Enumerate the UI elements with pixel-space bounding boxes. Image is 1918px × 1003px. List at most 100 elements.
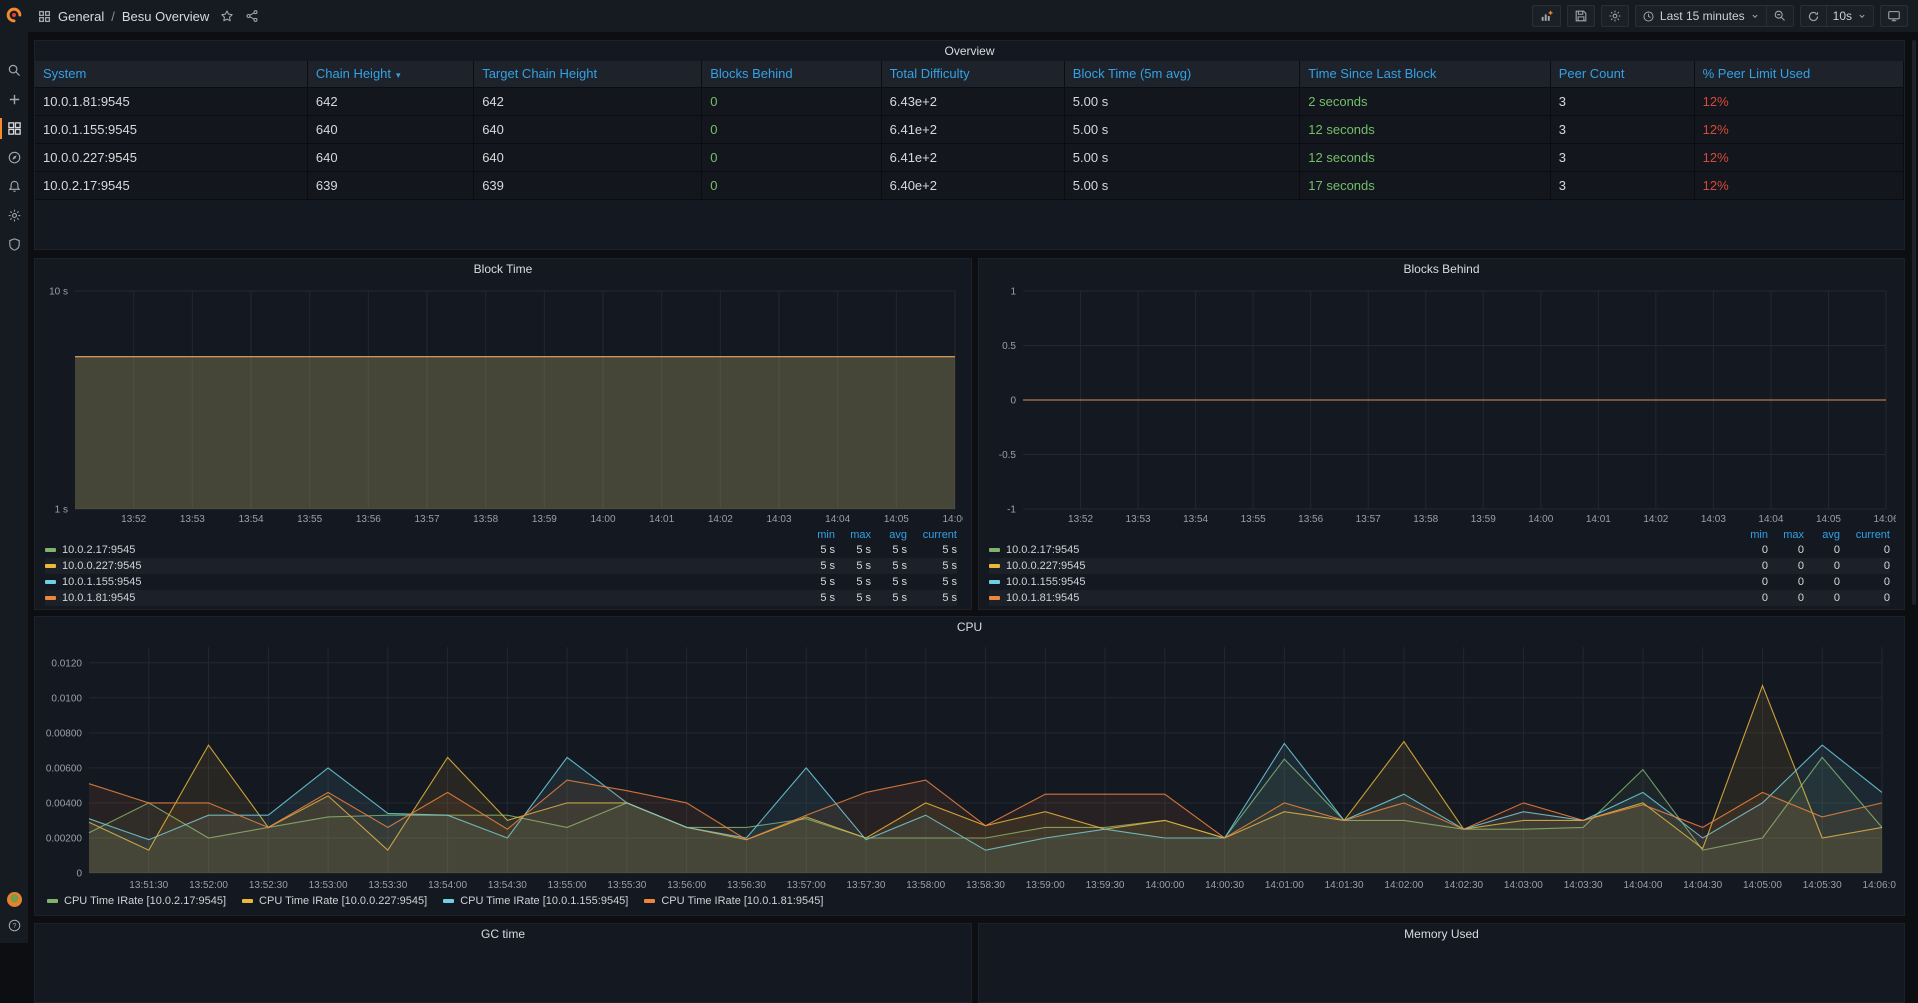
sidebar: ? xyxy=(0,0,28,943)
sidebar-configuration-icon[interactable] xyxy=(0,201,28,230)
caret-down-icon xyxy=(1750,11,1760,21)
legend-stat-header-avg[interactable]: avg xyxy=(1804,529,1840,541)
column-header-time_since_last_block[interactable]: Time Since Last Block xyxy=(1300,61,1550,88)
grafana-logo-icon[interactable] xyxy=(0,0,28,30)
legend-stat-header-avg[interactable]: avg xyxy=(871,529,907,541)
svg-text:13:55: 13:55 xyxy=(297,514,322,525)
navbar: General / Besu Overview Last 15 minutes xyxy=(28,0,1918,32)
svg-text:13:58: 13:58 xyxy=(1413,514,1438,525)
table-row: 10.0.1.155:954564064006.41e+25.00 s12 se… xyxy=(35,116,1904,144)
legend-stat-value: 5 s xyxy=(835,560,871,572)
svg-text:14:06: 14:06 xyxy=(1873,514,1896,525)
refresh-interval-picker[interactable]: 10s xyxy=(1827,5,1874,27)
table-cell-total_difficulty: 6.41e+2 xyxy=(882,144,1065,172)
legend-stat-header-current[interactable]: current xyxy=(1840,529,1890,541)
legend-stat-value: 0 xyxy=(1732,544,1768,556)
table-cell-target_chain_height: 640 xyxy=(474,116,702,144)
gc-time-panel-title[interactable]: GC time xyxy=(35,924,971,944)
legend-series-name[interactable]: 10.0.0.227:9545 xyxy=(989,560,1732,572)
svg-text:14:03: 14:03 xyxy=(1701,514,1726,525)
legend-stat-value: 0 xyxy=(1768,576,1804,588)
legend-row: 10.0.1.81:95455 s5 s5 s5 s xyxy=(45,590,957,606)
column-header-system[interactable]: System xyxy=(35,61,308,88)
legend-series-name[interactable]: 10.0.1.81:9545 xyxy=(989,592,1732,604)
column-header-chain_height[interactable]: Chain Height▾ xyxy=(308,61,474,88)
svg-text:13:59:30: 13:59:30 xyxy=(1086,880,1125,891)
cpu-chart[interactable]: 13:51:3013:52:0013:52:3013:53:0013:53:30… xyxy=(43,639,1896,893)
breadcrumb-dashboard-title[interactable]: Besu Overview xyxy=(122,9,209,24)
legend-series-name[interactable]: 10.0.1.81:9545 xyxy=(45,592,799,604)
legend-stat-header-current[interactable]: current xyxy=(907,529,957,541)
svg-text:0.00200: 0.00200 xyxy=(46,833,83,844)
blocks-behind-panel-title[interactable]: Blocks Behind xyxy=(979,259,1904,279)
save-dashboard-button[interactable] xyxy=(1567,5,1595,27)
breadcrumb-folder[interactable]: General xyxy=(58,9,104,24)
table-cell-blocks_behind: 0 xyxy=(702,144,881,172)
cpu-legend: CPU Time IRate [10.0.2.17:9545] CPU Time … xyxy=(35,893,1904,907)
table-cell-block_time_5m_avg: 5.00 s xyxy=(1065,88,1300,116)
cpu-panel-title[interactable]: CPU xyxy=(35,617,1904,637)
dashboard-settings-button[interactable] xyxy=(1601,5,1629,27)
scrollbar[interactable] xyxy=(1912,40,1916,605)
block-time-panel-title[interactable]: Block Time xyxy=(35,259,971,279)
legend-stat-value: 0 xyxy=(1768,560,1804,572)
svg-text:1 s: 1 s xyxy=(55,505,68,516)
cycle-view-mode-button[interactable] xyxy=(1880,5,1908,27)
table-cell-peer_count: 3 xyxy=(1551,116,1695,144)
gc-time-panel: GC time xyxy=(34,923,972,1003)
block-time-chart[interactable]: 13:5213:5313:5413:5513:5613:5713:5813:59… xyxy=(43,281,963,527)
zoom-out-time-button[interactable] xyxy=(1767,5,1794,27)
sidebar-create-icon[interactable] xyxy=(0,85,28,114)
svg-text:0.00600: 0.00600 xyxy=(46,763,83,774)
column-header-target_chain_height[interactable]: Target Chain Height xyxy=(474,61,702,88)
legend-series-name[interactable]: CPU Time IRate [10.0.2.17:9545] xyxy=(47,895,226,907)
dashboard: Overview SystemChain Height▾Target Chain… xyxy=(28,32,1918,943)
help-icon[interactable]: ? xyxy=(0,915,28,935)
legend-series-name[interactable]: CPU Time IRate [10.0.1.155:9545] xyxy=(443,895,628,907)
legend-series-name[interactable]: 10.0.1.155:9545 xyxy=(989,576,1732,588)
legend-series-name[interactable]: 10.0.1.155:9545 xyxy=(45,576,799,588)
overview-panel-title[interactable]: Overview xyxy=(35,41,1904,61)
refresh-button[interactable] xyxy=(1800,5,1827,27)
legend-series-name[interactable]: CPU Time IRate [10.0.1.81:9545] xyxy=(644,895,823,907)
legend-row: 10.0.0.227:95455 s5 s5 s5 s xyxy=(45,558,957,574)
legend-stat-value: 5 s xyxy=(907,592,957,604)
column-header-peer_limit_used[interactable]: % Peer Limit Used xyxy=(1695,61,1904,88)
legend-series-name[interactable]: 10.0.2.17:9545 xyxy=(45,544,799,556)
legend-series-name[interactable]: 10.0.2.17:9545 xyxy=(989,544,1732,556)
sidebar-search-icon[interactable] xyxy=(0,56,28,85)
star-icon[interactable] xyxy=(220,9,234,23)
column-header-block_time_5m_avg[interactable]: Block Time (5m avg) xyxy=(1065,61,1300,88)
svg-text:14:00:30: 14:00:30 xyxy=(1205,880,1244,891)
share-icon[interactable] xyxy=(245,9,259,23)
sidebar-explore-icon[interactable] xyxy=(0,143,28,172)
add-panel-button[interactable] xyxy=(1532,5,1561,27)
table-header-row: SystemChain Height▾Target Chain HeightBl… xyxy=(35,61,1904,88)
table-cell-peer_limit_used: 12% xyxy=(1695,172,1904,200)
table-cell-system: 10.0.2.17:9545 xyxy=(35,172,308,200)
time-range-picker[interactable]: Last 15 minutes xyxy=(1635,5,1767,27)
svg-text:0: 0 xyxy=(1010,396,1016,407)
sidebar-dashboards-icon[interactable] xyxy=(0,114,28,143)
memory-used-panel-title[interactable]: Memory Used xyxy=(979,924,1904,944)
legend-stat-value: 0 xyxy=(1840,592,1890,604)
column-header-total_difficulty[interactable]: Total Difficulty xyxy=(882,61,1065,88)
legend-stat-header-max[interactable]: max xyxy=(835,529,871,541)
blocks-behind-chart[interactable]: 13:5213:5313:5413:5513:5613:5713:5813:59… xyxy=(987,281,1896,527)
legend-series-name[interactable]: CPU Time IRate [10.0.0.227:9545] xyxy=(242,895,427,907)
avatar[interactable] xyxy=(7,892,22,907)
legend-series-name[interactable]: 10.0.0.227:9545 xyxy=(45,560,799,572)
svg-text:13:52: 13:52 xyxy=(1068,514,1093,525)
column-header-peer_count[interactable]: Peer Count xyxy=(1551,61,1695,88)
table-cell-time_since_last_block: 12 seconds xyxy=(1300,144,1550,172)
sidebar-alerting-icon[interactable] xyxy=(0,172,28,201)
column-header-blocks_behind[interactable]: Blocks Behind xyxy=(702,61,881,88)
caret-down-icon xyxy=(1857,11,1867,21)
svg-text:13:57: 13:57 xyxy=(414,514,439,525)
svg-text:14:02:00: 14:02:00 xyxy=(1384,880,1423,891)
legend-stat-header-max[interactable]: max xyxy=(1768,529,1804,541)
sidebar-server-admin-icon[interactable] xyxy=(0,230,28,259)
legend-stat-header-min[interactable]: min xyxy=(1732,529,1768,541)
legend-stat-header-min[interactable]: min xyxy=(799,529,835,541)
legend-stat-value: 0 xyxy=(1804,576,1840,588)
